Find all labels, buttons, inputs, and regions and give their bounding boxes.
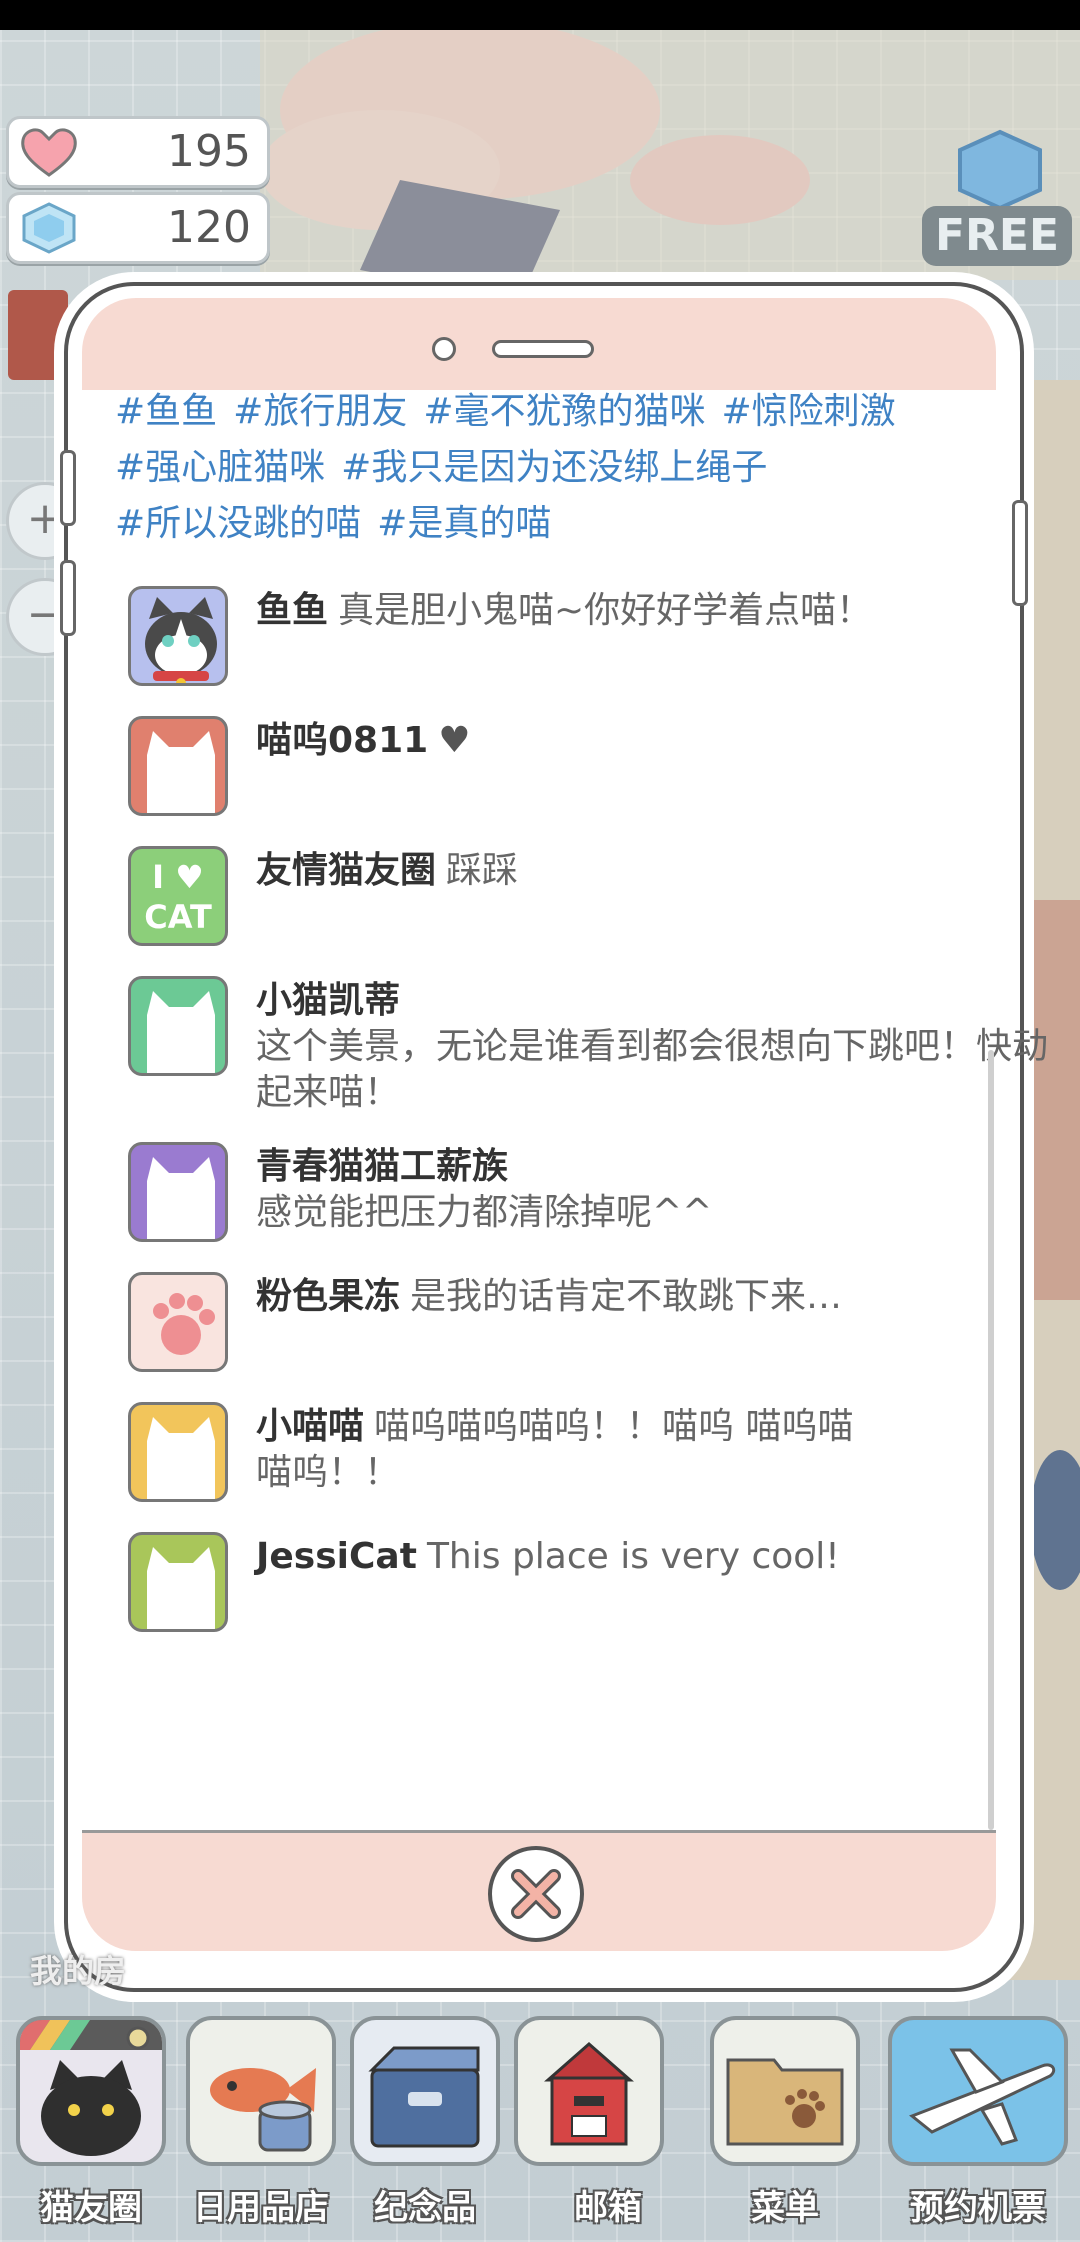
hearts-counter[interactable]: 195 (6, 116, 270, 188)
scrollbar[interactable] (988, 1050, 994, 1830)
dock-souvenir-button[interactable] (350, 2016, 500, 2166)
close-icon (511, 1869, 561, 1919)
dock-label: 日用品店 (193, 2188, 329, 2228)
comment-text: 真是胆小鬼喵~你好好学着点喵！ (338, 590, 873, 631)
dock-label: 邮箱 (574, 2188, 642, 2228)
comment-username[interactable]: 友情猫友圈 (256, 850, 436, 891)
avatar[interactable] (128, 586, 228, 686)
dock-menu-button[interactable] (710, 2016, 860, 2166)
avatar[interactable] (128, 716, 228, 816)
hashtag[interactable]: #惊险刺激 (722, 391, 896, 432)
comment-username[interactable]: 小喵喵 (256, 1406, 364, 1447)
cat-silhouette-icon (147, 1547, 215, 1629)
souvenir-box-icon (368, 2046, 480, 2148)
cat-silhouette-icon (147, 991, 215, 1073)
hashtag[interactable]: #强心脏猫咪 (115, 447, 325, 488)
hashtag[interactable]: #所以没跳的喵 (115, 503, 361, 544)
comment-body: 小喵喵 喵呜喵呜喵呜！！喵呜 喵呜喵喵呜！！ (256, 1404, 856, 1496)
cat-silhouette-icon (147, 1157, 215, 1239)
avatar-text: I ♥ (152, 858, 204, 896)
dock-mailbox-button[interactable] (514, 2016, 664, 2166)
comment-text: This place is very cool! (426, 1536, 840, 1577)
avatar[interactable] (128, 1142, 228, 1242)
comment-text: 感觉能把压力都清除掉呢^^ (256, 1192, 713, 1233)
shop-icon (210, 2068, 316, 2152)
hearts-value: 195 (167, 126, 251, 177)
comment-body: 粉色果冻 是我的话肯定不敢跳下来… (256, 1274, 1076, 1320)
i-love-cat-icon: I ♥ CAT (131, 857, 225, 937)
comment-body: JessiCat This place is very cool! (256, 1534, 1076, 1580)
dock-label: 预约机票 (910, 2188, 1046, 2228)
avatar[interactable]: I ♥ CAT (128, 846, 228, 946)
cat-silhouette-icon (147, 731, 215, 813)
camera-icon (432, 337, 456, 361)
comment-username[interactable]: 青春猫猫工薪族 (256, 1146, 508, 1187)
comment-username[interactable]: 喵呜0811 (256, 720, 428, 761)
mailbox-icon (544, 2042, 634, 2146)
comment-body: 友情猫友圈 踩踩 (256, 848, 1076, 894)
comment-text: 这个美景，无论是谁看到都会很想向下跳吧！快动起来喵！ (256, 1026, 1049, 1113)
hashtag[interactable]: #是真的喵 (377, 503, 551, 544)
cat-camera-icon (20, 2020, 162, 2156)
comment-body: 鱼鱼 真是胆小鬼喵~你好好学着点喵！ (256, 588, 1076, 634)
tuxedo-cat-icon (145, 597, 217, 683)
comment-text: 踩踩 (446, 850, 519, 891)
hashtag-line: #鱼鱼 #旅行朋友 #毫不犹豫的猫咪 #惊险刺激 (115, 384, 985, 440)
close-button[interactable] (488, 1846, 584, 1942)
avatar[interactable] (128, 1532, 228, 1632)
comment-body: 青春猫猫工薪族感觉能把压力都清除掉呢^^ (256, 1144, 1076, 1236)
cat-silhouette-icon (147, 1417, 215, 1499)
speaker-slot (492, 340, 594, 358)
hashtag[interactable]: #鱼鱼 (115, 391, 217, 432)
dock-flight-booking-button[interactable] (888, 2016, 1068, 2166)
free-gems-button[interactable]: FREE (922, 206, 1072, 266)
dock-label: 菜单 (751, 2188, 819, 2228)
comment-body: 喵呜0811 ♥ (256, 718, 1076, 764)
avatar[interactable] (128, 1402, 228, 1502)
folder-icon (726, 2058, 844, 2146)
hashtag[interactable]: #旅行朋友 (233, 391, 407, 432)
dock-label: 猫友圈 (40, 2188, 142, 2228)
my-room-label[interactable]: 我的房 (30, 1946, 126, 1992)
comment-body: 小猫凯蒂这个美景，无论是谁看到都会很想向下跳吧！快动起来喵！ (256, 978, 1076, 1116)
dock-label: 纪念品 (374, 2188, 476, 2228)
hashtag[interactable]: #毫不犹豫的猫咪 (423, 391, 705, 432)
phone-side-button (60, 450, 76, 526)
comment-username[interactable]: JessiCat (256, 1536, 417, 1577)
avatar[interactable] (128, 976, 228, 1076)
hashtag[interactable]: #我只是因为还没绑上绳子 (341, 447, 767, 488)
comment-username[interactable]: 鱼鱼 (256, 590, 328, 631)
dock-shop-button[interactable] (186, 2016, 336, 2166)
heart-icon (21, 128, 77, 177)
avatar[interactable] (128, 1272, 228, 1372)
airplane-icon (909, 2048, 1056, 2146)
hashtag-line: #强心脏猫咪 #我只是因为还没绑上绳子 (115, 440, 985, 496)
comment-username[interactable]: 小猫凯蒂 (256, 980, 400, 1021)
gems-counter[interactable]: 120 (6, 192, 270, 264)
gems-value: 120 (167, 202, 251, 253)
dock-cat-friends-button[interactable] (16, 2016, 166, 2166)
heart-icon: ♥ (438, 720, 471, 761)
paw-icon (153, 1293, 215, 1355)
comment-text: 是我的话肯定不敢跳下来… (410, 1276, 843, 1317)
status-bar (0, 0, 1080, 30)
avatar-text: CAT (144, 898, 212, 936)
hashtag-line: #所以没跳的喵 #是真的喵 (115, 496, 985, 552)
comment-username[interactable]: 粉色果冻 (256, 1276, 400, 1317)
gem-icon (22, 202, 76, 254)
phone-side-button (60, 560, 76, 636)
